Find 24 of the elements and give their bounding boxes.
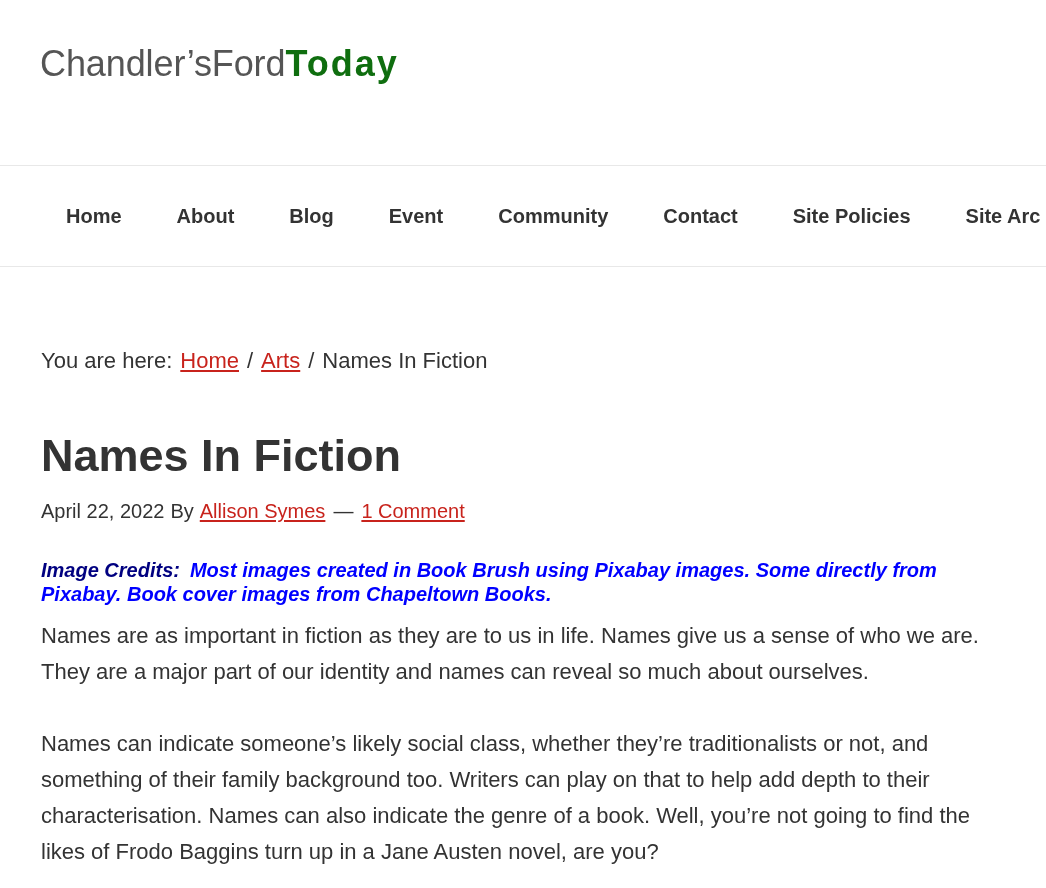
- nav-link[interactable]: Community: [498, 204, 609, 228]
- comments-link[interactable]: 1 Comment: [361, 496, 465, 526]
- breadcrumb-label: You are here:: [41, 347, 173, 375]
- byline-label: By: [170, 499, 194, 524]
- body-paragraph: Names can indicate someone’s likely social class, whether they’re traditionalists or not, and something of their family background too. Writers can play on that to help add depth to their characterisation. Names can also indicate the genre of a book. Well, you’re not going to find the likes of Frodo Baggins turn up in a Jane Austen novel, are you?: [41, 730, 972, 866]
- meta-separator: —: [333, 499, 354, 524]
- nav-link[interactable]: Contact: [663, 204, 738, 228]
- author-link[interactable]: Allison Symes: [199, 496, 326, 526]
- breadcrumb-separator: /: [308, 347, 315, 375]
- breadcrumb-link[interactable]: Home: [180, 343, 239, 378]
- nav-link[interactable]: Site Policies: [792, 204, 911, 228]
- breadcrumb-link[interactable]: Arts: [261, 343, 301, 378]
- breadcrumb-separator: /: [247, 347, 254, 375]
- nav-link[interactable]: Blog: [289, 204, 334, 228]
- site-logo[interactable]: Chandler’sFordToday: [40, 44, 399, 84]
- nav-link[interactable]: Event: [388, 204, 444, 228]
- nav-link[interactable]: Home: [66, 204, 122, 228]
- breadcrumb-current: Names In Fiction: [322, 347, 488, 375]
- image-credits: Image Credits: Most images created in Book Brush using Pixabay images. Some directly from Pixabay. Book cover images from Chapeltown Books.: [41, 558, 938, 606]
- article-title: Names In Fiction: [41, 429, 403, 482]
- body-paragraph: Names are as important in fiction as they are to us in life. Names give us a sense of who we are. They are a major part of our identity and names can reveal so much about ourselves.: [41, 622, 980, 686]
- nav-link[interactable]: Site Arc: [965, 204, 1041, 228]
- nav-link[interactable]: About: [176, 204, 235, 228]
- post-date: April 22, 2022: [41, 499, 165, 524]
